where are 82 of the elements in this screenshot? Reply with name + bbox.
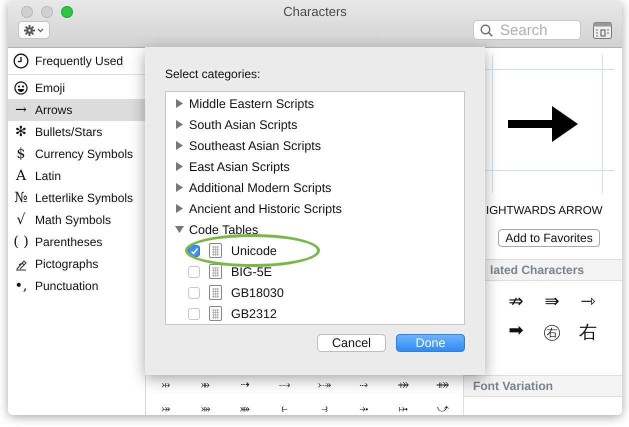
symbol-icon: √ — [16, 213, 26, 227]
symbol-icon: → — [15, 103, 27, 117]
sidebar-item[interactable]: A Latin — [8, 165, 145, 187]
sidebar-item[interactable]: ( ) Parentheses — [8, 231, 145, 253]
category-item[interactable]: Ancient and Historic Scripts — [166, 198, 464, 219]
settings-button[interactable] — [18, 21, 50, 39]
add-to-favorites-button[interactable]: Add to Favorites — [498, 229, 600, 247]
related-character[interactable]: ⇏ — [498, 291, 534, 312]
character-cell[interactable]: ⤗ — [200, 403, 210, 415]
disclosure-icon[interactable] — [175, 204, 184, 213]
sidebar-item[interactable]: Pictographs — [8, 253, 145, 275]
symbol-icon: •, — [14, 279, 28, 293]
table-icon — [209, 285, 222, 300]
disclosure-icon[interactable] — [175, 141, 184, 150]
symbol-icon: ( ) — [13, 235, 29, 249]
window-title: Characters — [283, 4, 347, 19]
character-cell[interactable]: ⤀ — [398, 379, 410, 391]
code-table-item[interactable]: GB18030 — [166, 282, 464, 303]
table-icon — [209, 243, 222, 258]
disclosure-icon[interactable] — [175, 162, 184, 171]
code-table-item[interactable]: GB2312 — [166, 303, 464, 324]
character-cell[interactable]: ⤁ — [436, 379, 450, 391]
code-table-item[interactable]: BIG-5E — [166, 261, 464, 282]
sidebar-item[interactable]: Emoji — [8, 77, 145, 99]
settings-icon — [24, 24, 35, 36]
character-cell[interactable]: ⤏ — [279, 379, 290, 391]
checkmark-icon — [190, 246, 198, 254]
sidebar-item[interactable]: •, Punctuation — [8, 275, 145, 297]
category-item[interactable]: Additional Modern Scripts — [166, 177, 464, 198]
character-cell[interactable]: ⤕ — [200, 379, 210, 391]
character-cell[interactable]: ⇢ — [240, 379, 250, 391]
sidebar-item[interactable]: № Letterlike Symbols — [8, 187, 145, 209]
character-cell[interactable]: ⥽ — [321, 403, 328, 415]
related-character[interactable]: 右 — [570, 320, 606, 344]
character-cell[interactable]: ⤠ — [399, 403, 408, 415]
checkbox[interactable] — [188, 308, 200, 320]
checkbox[interactable] — [188, 266, 200, 278]
character-cell[interactable]: ⤐ — [318, 379, 331, 391]
character-cell[interactable]: ⤻ — [437, 403, 450, 415]
character-cell[interactable]: ⤞ — [359, 403, 368, 415]
character-cell[interactable]: ⤖ — [161, 403, 170, 415]
symbol-icon: A — [16, 169, 26, 183]
sidebar-item[interactable]: $ Currency Symbols — [8, 143, 145, 165]
related-character[interactable]: ㊨ — [534, 320, 570, 344]
related-character[interactable]: ⇾ — [570, 291, 606, 312]
pen-icon — [14, 258, 28, 270]
table-icon — [209, 264, 222, 279]
category-item[interactable]: Southeast Asian Scripts — [166, 135, 464, 156]
sidebar-item[interactable]: → Arrows — [8, 99, 145, 121]
keyboard-viewer-icon[interactable] — [593, 22, 612, 38]
code-table-item[interactable]: Unicode — [166, 240, 464, 261]
related-character[interactable]: ⇛ — [534, 291, 570, 312]
caret-icon — [37, 28, 44, 32]
sheet-title: Select categories: — [165, 67, 262, 83]
character-name: IGHTWARDS ARROW — [485, 205, 604, 217]
category-item[interactable]: East Asian Scripts — [166, 156, 464, 177]
category-item[interactable]: South Asian Scripts — [166, 114, 464, 135]
character-cell[interactable]: ⤘ — [240, 403, 250, 415]
disclosure-icon[interactable] — [175, 99, 184, 108]
disclosure-icon[interactable] — [175, 225, 184, 234]
smiley-icon — [14, 81, 28, 95]
disclosure-icon[interactable] — [175, 183, 184, 192]
disclosure-icon[interactable] — [175, 120, 184, 129]
category-item[interactable]: Code Tables — [166, 219, 464, 240]
dialog-button[interactable]: Cancel — [317, 334, 386, 352]
character-cell[interactable]: ⥼ — [282, 403, 288, 415]
zoom-button[interactable] — [61, 6, 73, 18]
sidebar-item[interactable]: √ Math Symbols — [8, 209, 145, 231]
symbol-icon: $ — [16, 147, 26, 161]
symbol-icon: № — [14, 191, 28, 205]
category-item[interactable]: Middle Eastern Scripts — [166, 93, 464, 114]
sidebar-item[interactable]: ✻ Bullets/Stars — [8, 121, 145, 143]
character-cell[interactable]: ⤑ — [359, 379, 368, 391]
checkbox[interactable] — [188, 286, 200, 298]
rightwards-arrow-icon — [508, 106, 578, 142]
section-header: Font Variation — [464, 375, 622, 397]
symbol-icon: ✻ — [15, 125, 27, 139]
character-cell[interactable]: ⤔ — [161, 379, 170, 391]
table-icon — [209, 306, 222, 321]
related-character[interactable]: ➡ — [498, 320, 534, 344]
search-field[interactable]: Search — [473, 20, 581, 40]
clock-icon — [13, 53, 29, 69]
